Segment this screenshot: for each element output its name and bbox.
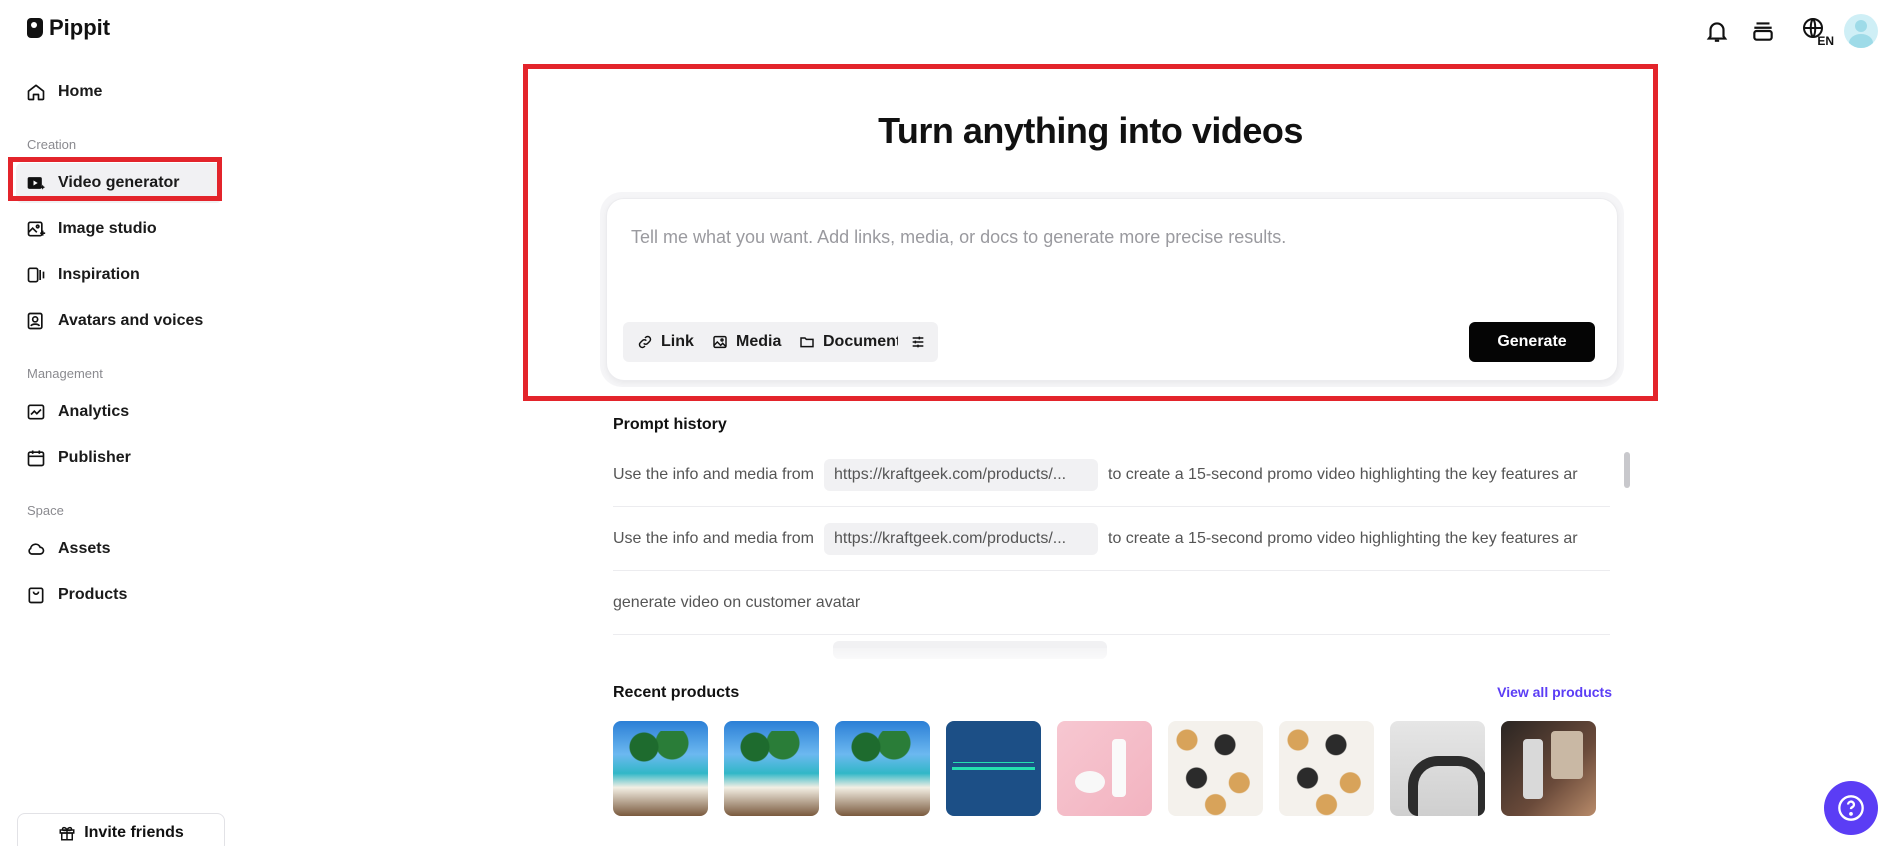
bag-icon: [28, 587, 44, 604]
sidebar-item-label: Assets: [58, 540, 111, 557]
sidebar-item-label: Inspiration: [58, 266, 140, 283]
language-button[interactable]: EN: [1794, 14, 1834, 48]
product-thumbnail[interactable]: [1501, 721, 1596, 816]
product-thumbnail[interactable]: [835, 721, 930, 816]
section-management: Management: [27, 366, 103, 381]
prompt-history-title: Prompt history: [613, 416, 727, 433]
sidebar-item-avatars-voices[interactable]: Avatars and voices: [16, 301, 222, 341]
sidebar-item-inspiration[interactable]: Inspiration: [16, 255, 222, 295]
user-avatar[interactable]: [1844, 14, 1878, 48]
app-logo[interactable]: Pippit: [27, 15, 110, 41]
sidebar-item-video-generator[interactable]: Video generator: [16, 163, 222, 203]
product-thumbnail[interactable]: [1390, 721, 1485, 816]
notifications-button[interactable]: [1702, 14, 1732, 48]
cloud-icon: [28, 543, 45, 555]
product-thumbnail[interactable]: [1057, 721, 1152, 816]
sidebar-item-label: Avatars and voices: [58, 312, 204, 329]
history-url-chip: https://kraftgeek.com/products/...: [824, 522, 1098, 555]
history-prefix: Use the info and media from: [613, 465, 814, 483]
history-row[interactable]: Use the info and media from https://kraf…: [613, 507, 1610, 571]
image-studio-icon: [27, 221, 46, 237]
question-icon: [1838, 795, 1864, 821]
section-space: Space: [27, 503, 64, 518]
product-thumbnail[interactable]: [946, 721, 1041, 816]
history-fade: [613, 648, 1610, 668]
hero-highlight-box: [523, 64, 1658, 401]
history-suffix: to create a 15-second promo video highli…: [1108, 465, 1578, 483]
product-thumbnail[interactable]: [1279, 721, 1374, 816]
history-url-chip: https://kraftgeek.com/products/...: [824, 458, 1098, 491]
stack-icon: [1753, 22, 1773, 41]
bell-icon: [1706, 22, 1728, 42]
language-code: EN: [1817, 34, 1834, 48]
sidebar-item-assets[interactable]: Assets: [16, 529, 222, 569]
sidebar-item-products[interactable]: Products: [16, 575, 222, 615]
invite-friends-button[interactable]: Invite friends: [17, 813, 225, 846]
inspiration-icon: [27, 267, 45, 283]
sidebar-item-label: Analytics: [58, 403, 130, 420]
pippit-logo-icon: [27, 18, 43, 38]
product-thumbnail[interactable]: [1168, 721, 1263, 816]
video-generator-icon: [27, 177, 46, 190]
gift-icon: [59, 826, 75, 841]
avatar-icon: [27, 312, 43, 330]
history-suffix: to create a 15-second promo video highli…: [1108, 529, 1578, 547]
credits-button[interactable]: [1748, 14, 1778, 48]
calendar-icon: [27, 450, 45, 467]
recent-products-title: Recent products: [613, 684, 740, 701]
product-thumbnail[interactable]: [613, 721, 708, 816]
view-all-products-link[interactable]: View all products: [1460, 684, 1612, 700]
sidebar: Pippit Home Creation Video generator Ima…: [0, 0, 244, 846]
sidebar-item-label: Video generator: [58, 174, 180, 191]
sidebar-item-publisher[interactable]: Publisher: [16, 438, 222, 478]
help-button[interactable]: [1824, 781, 1878, 835]
history-prefix: Use the info and media from: [613, 529, 814, 547]
sidebar-item-label: Home: [58, 83, 103, 100]
app-root: Pippit Home Creation Video generator Ima…: [0, 0, 1902, 846]
history-scrollbar[interactable]: [1624, 452, 1630, 488]
history-row[interactable]: generate video on customer avatar: [613, 571, 1610, 635]
sidebar-item-label: Publisher: [58, 449, 131, 466]
sidebar-item-image-studio[interactable]: Image studio: [16, 209, 222, 249]
sidebar-item-home[interactable]: Home: [16, 72, 222, 112]
section-creation: Creation: [27, 137, 77, 152]
history-prefix: generate video on customer avatar: [613, 593, 861, 611]
app-name: Pippit: [49, 15, 111, 40]
history-row[interactable]: Use the info and media from https://kraf…: [613, 443, 1610, 507]
analytics-icon: [27, 404, 45, 420]
home-icon: [27, 84, 45, 101]
invite-label: Invite friends: [84, 824, 184, 841]
sidebar-item-label: Image studio: [58, 220, 157, 237]
sidebar-item-analytics[interactable]: Analytics: [16, 392, 222, 432]
product-thumbnail[interactable]: [724, 721, 819, 816]
sidebar-item-label: Products: [58, 586, 128, 603]
